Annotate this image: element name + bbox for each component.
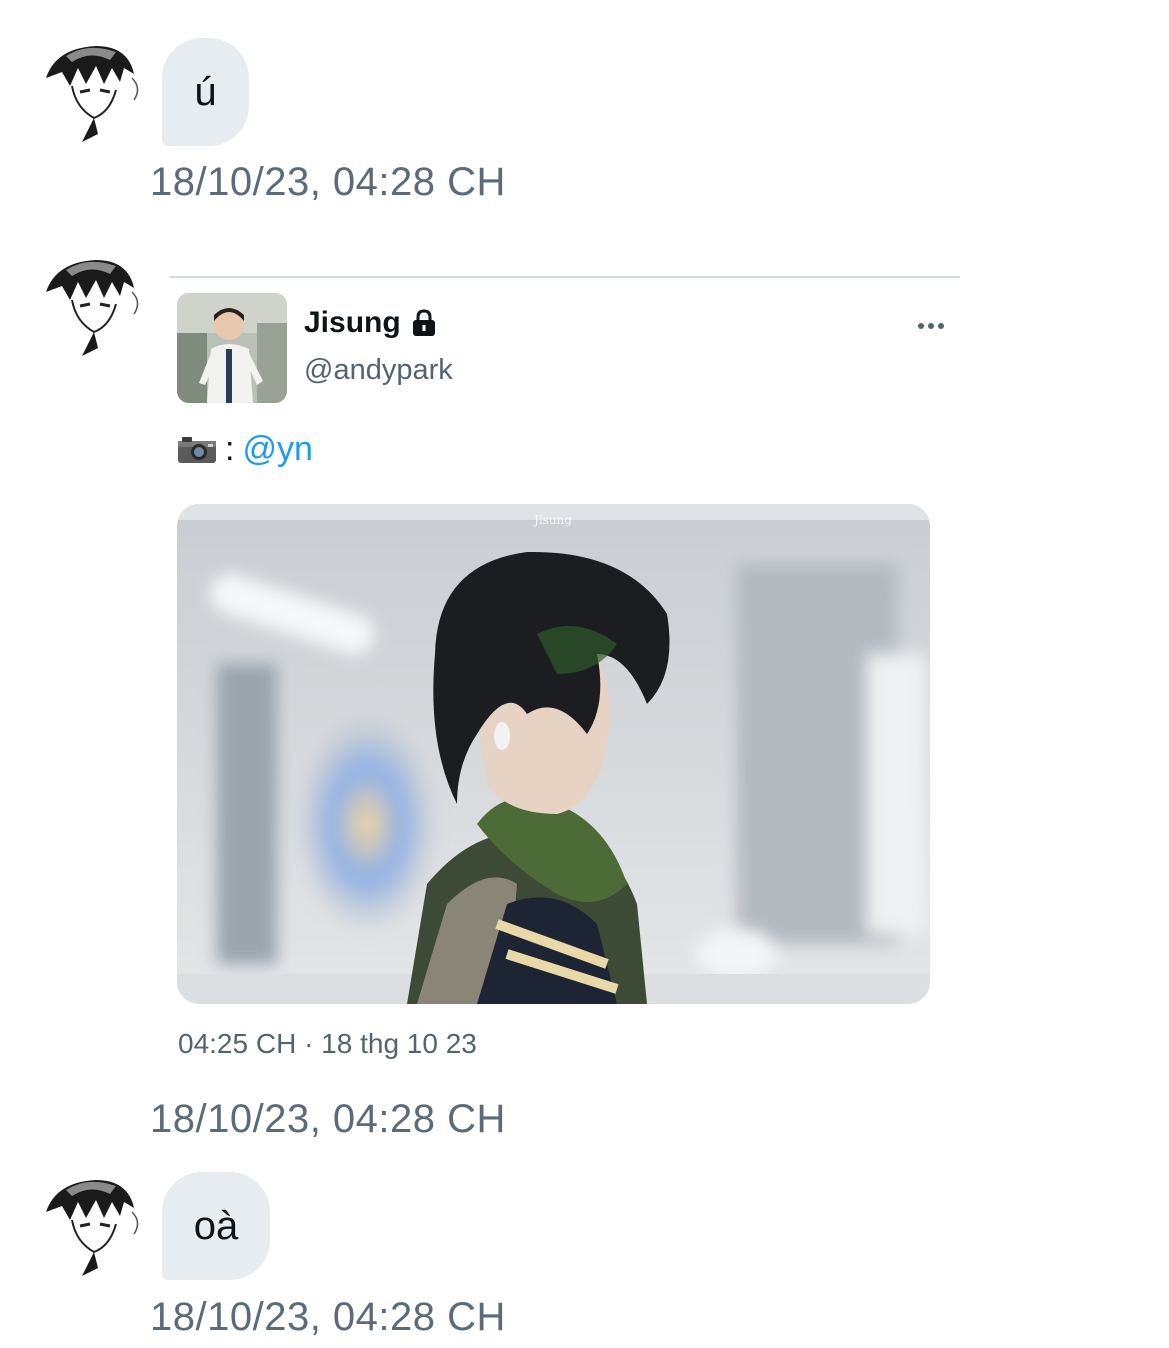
tweet-photo[interactable]: Jisung <box>177 504 930 1004</box>
tweet-timestamp[interactable]: 04:25 CH · 18 thg 10 23 <box>178 1028 477 1060</box>
message-bubble[interactable]: ú <box>162 38 249 146</box>
message-text: oà <box>193 1203 239 1248</box>
sender-avatar[interactable] <box>36 252 144 360</box>
mention-link[interactable]: @yn <box>242 430 312 469</box>
tweet-author-name-row: Jisung <box>304 306 439 340</box>
tweet-text: : @yn <box>177 430 313 469</box>
message-bubble[interactable]: oà <box>162 1172 270 1280</box>
more-options-icon[interactable] <box>916 316 946 336</box>
manga-avatar-icon <box>38 1174 142 1278</box>
message-text: ú <box>194 69 217 114</box>
message-timestamp: 18/10/23, 04:28 CH <box>150 1097 506 1141</box>
photo-watermark: Jisung <box>532 513 572 527</box>
lock-icon <box>409 308 439 338</box>
camera-icon <box>177 435 217 465</box>
dm-conversation: ú 18/10/23, 04:28 CH Jisung @andypark: … <box>0 0 1169 1348</box>
tweet-text-separator: : <box>225 430 235 468</box>
tweet-author-name[interactable]: Jisung <box>304 306 401 340</box>
manga-avatar-icon <box>38 40 142 144</box>
sender-avatar[interactable] <box>36 38 144 146</box>
manga-avatar-icon <box>38 254 142 358</box>
message-timestamp: 18/10/23, 04:28 CH <box>150 160 506 204</box>
message-timestamp: 18/10/23, 04:28 CH <box>150 1295 506 1339</box>
tweet-author-avatar[interactable] <box>177 293 287 403</box>
sender-avatar[interactable] <box>36 1172 144 1280</box>
tweet-author-handle[interactable]: @andypark <box>304 354 453 387</box>
portrait-photo-icon: Jisung <box>177 504 930 1004</box>
shared-tweet-card[interactable]: Jisung @andypark: @yn Jisung 04:25 CH ·… <box>170 276 960 1066</box>
child-photo-avatar-icon <box>177 293 287 403</box>
card-divider <box>170 276 960 278</box>
